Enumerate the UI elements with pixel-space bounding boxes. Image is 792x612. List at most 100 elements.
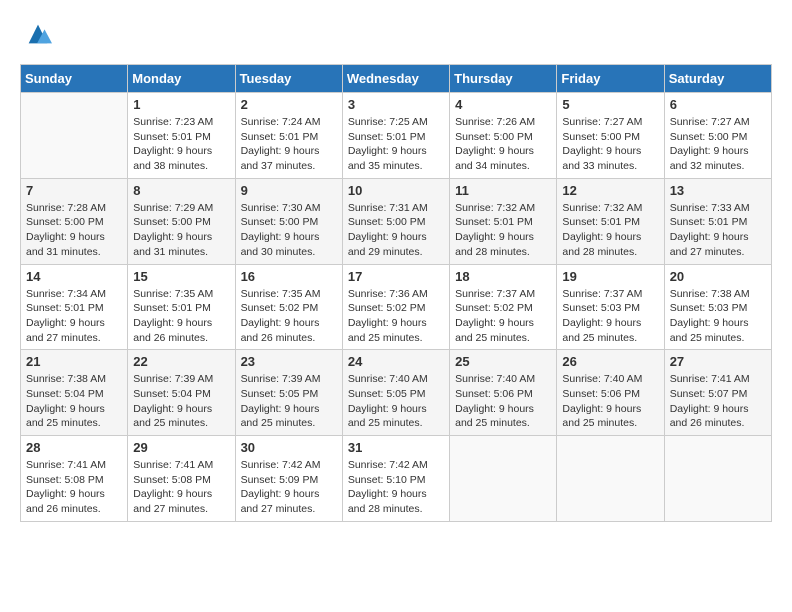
day-detail: Sunrise: 7:36 AMSunset: 5:02 PMDaylight:…	[348, 287, 444, 346]
day-cell: 5 Sunrise: 7:27 AMSunset: 5:00 PMDaylight…	[557, 93, 664, 179]
day-detail: Sunrise: 7:28 AMSunset: 5:00 PMDaylight:…	[26, 201, 122, 260]
day-number: 30	[241, 440, 337, 455]
day-cell: 7 Sunrise: 7:28 AMSunset: 5:00 PMDaylight…	[21, 178, 128, 264]
day-number: 16	[241, 269, 337, 284]
day-detail: Sunrise: 7:32 AMSunset: 5:01 PMDaylight:…	[562, 201, 658, 260]
week-row-3: 21 Sunrise: 7:38 AMSunset: 5:04 PMDayligh…	[21, 350, 772, 436]
day-number: 26	[562, 354, 658, 369]
day-detail: Sunrise: 7:40 AMSunset: 5:06 PMDaylight:…	[562, 372, 658, 431]
day-number: 3	[348, 97, 444, 112]
weekday-header-thursday: Thursday	[450, 65, 557, 93]
day-cell: 20 Sunrise: 7:38 AMSunset: 5:03 PMDayligh…	[664, 264, 771, 350]
day-number: 11	[455, 183, 551, 198]
day-cell	[21, 93, 128, 179]
day-number: 12	[562, 183, 658, 198]
day-cell: 4 Sunrise: 7:26 AMSunset: 5:00 PMDaylight…	[450, 93, 557, 179]
weekday-header-wednesday: Wednesday	[342, 65, 449, 93]
day-detail: Sunrise: 7:27 AMSunset: 5:00 PMDaylight:…	[670, 115, 766, 174]
day-cell: 26 Sunrise: 7:40 AMSunset: 5:06 PMDayligh…	[557, 350, 664, 436]
day-number: 21	[26, 354, 122, 369]
week-row-4: 28 Sunrise: 7:41 AMSunset: 5:08 PMDayligh…	[21, 436, 772, 522]
day-detail: Sunrise: 7:26 AMSunset: 5:00 PMDaylight:…	[455, 115, 551, 174]
weekday-header-saturday: Saturday	[664, 65, 771, 93]
day-cell: 9 Sunrise: 7:30 AMSunset: 5:00 PMDaylight…	[235, 178, 342, 264]
day-cell: 21 Sunrise: 7:38 AMSunset: 5:04 PMDayligh…	[21, 350, 128, 436]
day-detail: Sunrise: 7:39 AMSunset: 5:05 PMDaylight:…	[241, 372, 337, 431]
day-detail: Sunrise: 7:33 AMSunset: 5:01 PMDaylight:…	[670, 201, 766, 260]
day-cell	[557, 436, 664, 522]
day-cell: 11Sunrise: 7:32 AMSunset: 5:01 PMDayligh…	[450, 178, 557, 264]
day-detail: Sunrise: 7:38 AMSunset: 5:04 PMDaylight:…	[26, 372, 122, 431]
day-detail: Sunrise: 7:37 AMSunset: 5:02 PMDaylight:…	[455, 287, 551, 346]
day-cell: 14 Sunrise: 7:34 AMSunset: 5:01 PMDayligh…	[21, 264, 128, 350]
week-row-1: 7 Sunrise: 7:28 AMSunset: 5:00 PMDaylight…	[21, 178, 772, 264]
day-cell	[450, 436, 557, 522]
day-number: 6	[670, 97, 766, 112]
day-number: 14	[26, 269, 122, 284]
day-cell: 3 Sunrise: 7:25 AMSunset: 5:01 PMDaylight…	[342, 93, 449, 179]
day-detail: Sunrise: 7:31 AMSunset: 5:00 PMDaylight:…	[348, 201, 444, 260]
day-cell: 12 Sunrise: 7:32 AMSunset: 5:01 PMDayligh…	[557, 178, 664, 264]
day-cell: 8 Sunrise: 7:29 AMSunset: 5:00 PMDaylight…	[128, 178, 235, 264]
day-cell	[664, 436, 771, 522]
day-cell: 19Sunrise: 7:37 AMSunset: 5:03 PMDayligh…	[557, 264, 664, 350]
day-detail: Sunrise: 7:34 AMSunset: 5:01 PMDaylight:…	[26, 287, 122, 346]
day-number: 23	[241, 354, 337, 369]
week-row-0: 1Sunrise: 7:23 AMSunset: 5:01 PMDaylight…	[21, 93, 772, 179]
day-detail: Sunrise: 7:39 AMSunset: 5:04 PMDaylight:…	[133, 372, 229, 431]
day-cell: 17 Sunrise: 7:36 AMSunset: 5:02 PMDayligh…	[342, 264, 449, 350]
calendar-header: SundayMondayTuesdayWednesdayThursdayFrid…	[21, 65, 772, 93]
day-number: 8	[133, 183, 229, 198]
weekday-header-friday: Friday	[557, 65, 664, 93]
day-detail: Sunrise: 7:25 AMSunset: 5:01 PMDaylight:…	[348, 115, 444, 174]
day-detail: Sunrise: 7:38 AMSunset: 5:03 PMDaylight:…	[670, 287, 766, 346]
calendar-body: 1Sunrise: 7:23 AMSunset: 5:01 PMDaylight…	[21, 93, 772, 522]
day-detail: Sunrise: 7:41 AMSunset: 5:07 PMDaylight:…	[670, 372, 766, 431]
day-cell: 30Sunrise: 7:42 AMSunset: 5:09 PMDayligh…	[235, 436, 342, 522]
day-cell: 22 Sunrise: 7:39 AMSunset: 5:04 PMDayligh…	[128, 350, 235, 436]
day-number: 4	[455, 97, 551, 112]
day-number: 28	[26, 440, 122, 455]
day-number: 9	[241, 183, 337, 198]
day-cell: 2Sunrise: 7:24 AMSunset: 5:01 PMDaylight…	[235, 93, 342, 179]
day-cell: 18 Sunrise: 7:37 AMSunset: 5:02 PMDayligh…	[450, 264, 557, 350]
page-header	[20, 20, 772, 48]
day-detail: Sunrise: 7:40 AMSunset: 5:06 PMDaylight:…	[455, 372, 551, 431]
day-cell: 27 Sunrise: 7:41 AMSunset: 5:07 PMDayligh…	[664, 350, 771, 436]
day-number: 27	[670, 354, 766, 369]
day-detail: Sunrise: 7:23 AMSunset: 5:01 PMDaylight:…	[133, 115, 229, 174]
weekday-header-tuesday: Tuesday	[235, 65, 342, 93]
day-number: 24	[348, 354, 444, 369]
day-cell: 6 Sunrise: 7:27 AMSunset: 5:00 PMDaylight…	[664, 93, 771, 179]
day-detail: Sunrise: 7:27 AMSunset: 5:00 PMDaylight:…	[562, 115, 658, 174]
day-number: 5	[562, 97, 658, 112]
day-cell: 24Sunrise: 7:40 AMSunset: 5:05 PMDayligh…	[342, 350, 449, 436]
day-detail: Sunrise: 7:24 AMSunset: 5:01 PMDaylight:…	[241, 115, 337, 174]
logo-icon	[24, 20, 52, 48]
day-number: 13	[670, 183, 766, 198]
day-cell: 10 Sunrise: 7:31 AMSunset: 5:00 PMDayligh…	[342, 178, 449, 264]
day-number: 7	[26, 183, 122, 198]
week-row-2: 14 Sunrise: 7:34 AMSunset: 5:01 PMDayligh…	[21, 264, 772, 350]
day-cell: 23 Sunrise: 7:39 AMSunset: 5:05 PMDayligh…	[235, 350, 342, 436]
day-cell: 31Sunrise: 7:42 AMSunset: 5:10 PMDayligh…	[342, 436, 449, 522]
day-detail: Sunrise: 7:30 AMSunset: 5:00 PMDaylight:…	[241, 201, 337, 260]
day-cell: 28 Sunrise: 7:41 AMSunset: 5:08 PMDayligh…	[21, 436, 128, 522]
day-number: 18	[455, 269, 551, 284]
day-detail: Sunrise: 7:29 AMSunset: 5:00 PMDaylight:…	[133, 201, 229, 260]
calendar: SundayMondayTuesdayWednesdayThursdayFrid…	[20, 64, 772, 522]
day-number: 17	[348, 269, 444, 284]
day-number: 25	[455, 354, 551, 369]
day-cell: 25 Sunrise: 7:40 AMSunset: 5:06 PMDayligh…	[450, 350, 557, 436]
weekday-header-monday: Monday	[128, 65, 235, 93]
day-number: 22	[133, 354, 229, 369]
day-number: 19	[562, 269, 658, 284]
day-number: 31	[348, 440, 444, 455]
day-cell: 29Sunrise: 7:41 AMSunset: 5:08 PMDayligh…	[128, 436, 235, 522]
day-number: 10	[348, 183, 444, 198]
day-cell: 16 Sunrise: 7:35 AMSunset: 5:02 PMDayligh…	[235, 264, 342, 350]
day-detail: Sunrise: 7:41 AMSunset: 5:08 PMDaylight:…	[26, 458, 122, 517]
day-detail: Sunrise: 7:35 AMSunset: 5:02 PMDaylight:…	[241, 287, 337, 346]
day-detail: Sunrise: 7:35 AMSunset: 5:01 PMDaylight:…	[133, 287, 229, 346]
day-number: 20	[670, 269, 766, 284]
